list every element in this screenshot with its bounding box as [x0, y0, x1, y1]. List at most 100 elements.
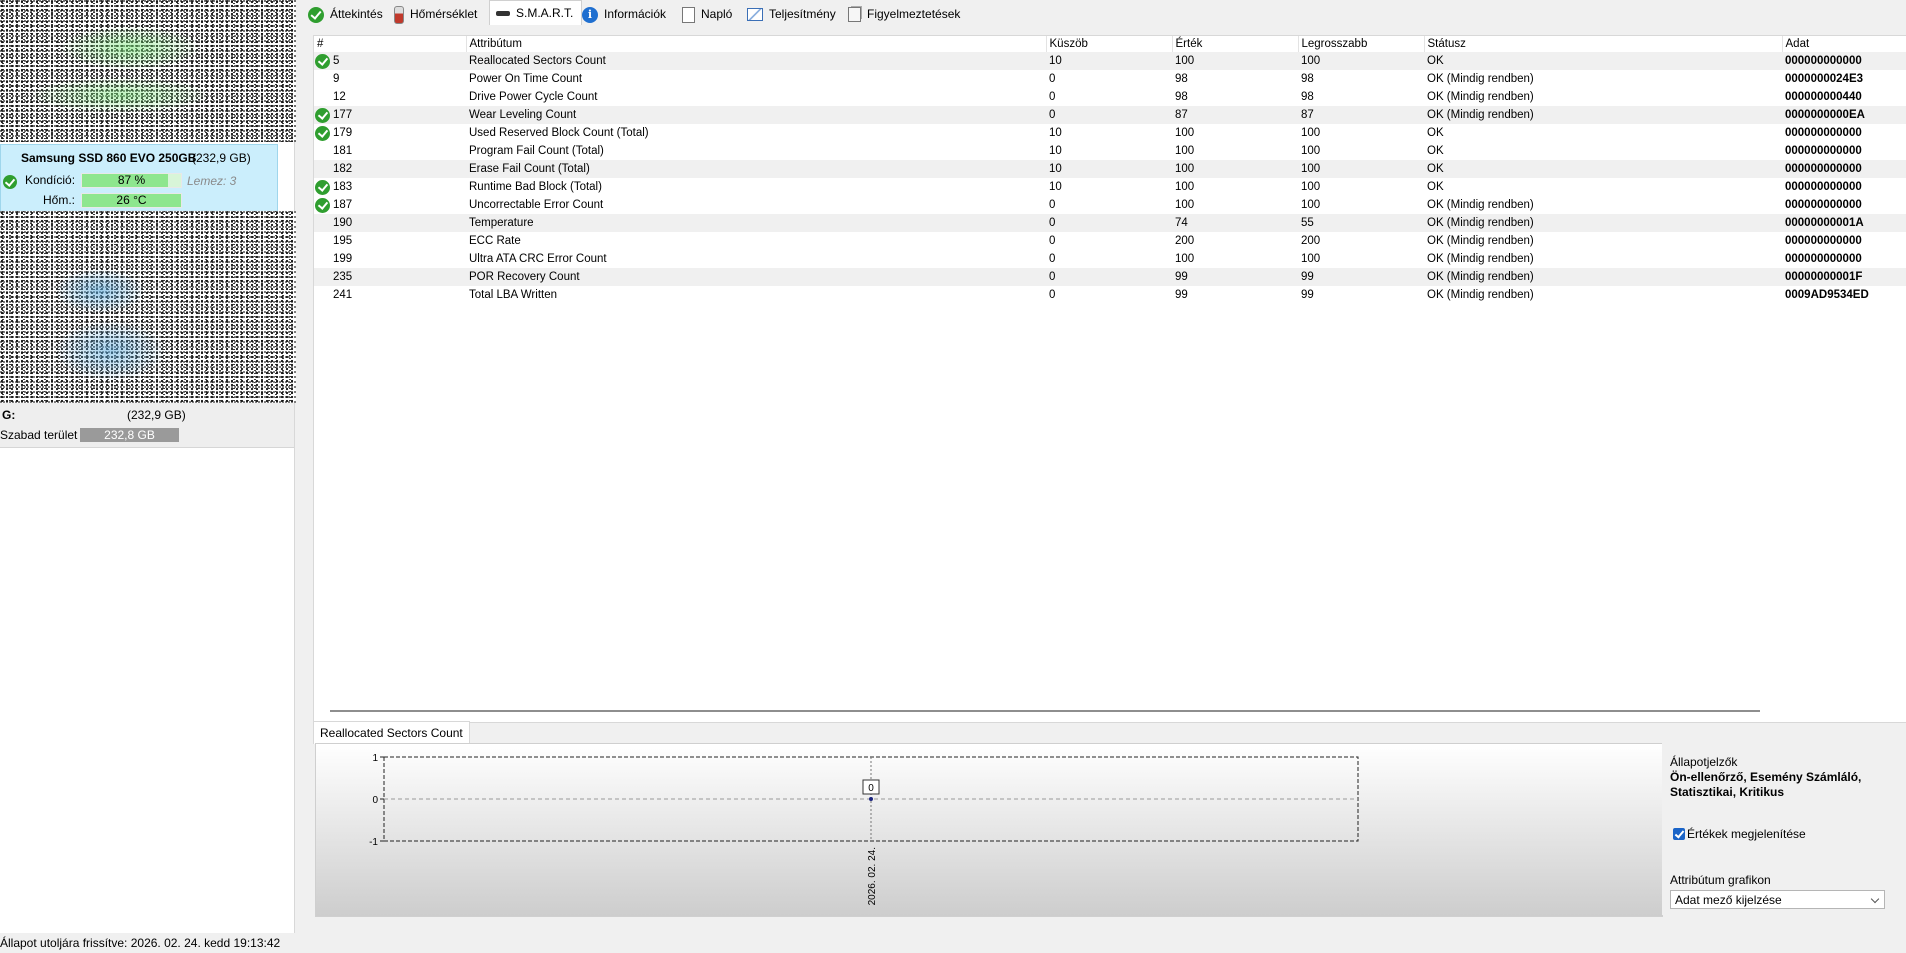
row-worst: 99: [1301, 289, 1314, 301]
row-attribute: Power On Time Count: [469, 73, 583, 85]
row-data: 000000000000: [1785, 127, 1862, 139]
row-worst: 100: [1301, 145, 1321, 157]
status-bar: Állapot utoljára frissítve: 2026. 02. 24…: [0, 934, 1906, 953]
row-worst: 100: [1298, 52, 1424, 70]
show-values-label[interactable]: Értékek megjelenítése: [1687, 827, 1806, 841]
tab-alerts[interactable]: Figyelmeztetések: [848, 0, 960, 26]
table-row[interactable]: 9 Power On Time Count 0 98 98 OK (Mindig rend…: [314, 70, 1906, 88]
tab-overview[interactable]: Áttekintés: [308, 0, 383, 26]
ok-icon: [315, 54, 330, 69]
row-threshold: 0: [1049, 91, 1056, 103]
y-tick-label: 1: [372, 753, 378, 764]
horizontal-scrollbar[interactable]: [330, 710, 1760, 712]
column-header-value[interactable]: Érték: [1172, 36, 1299, 52]
disk-health-visual: [0, 0, 296, 142]
smart-table[interactable]: # Attribútum Küszöb Érték Legrosszabb St…: [313, 35, 1906, 723]
row-data: 000000000000: [1785, 253, 1862, 265]
table-row[interactable]: 235 POR Recovery Count 0 99 99 OK (Mindig ren…: [314, 268, 1906, 286]
row-attribute: Uncorrectable Error Count: [469, 199, 604, 211]
table-row[interactable]: 241 Total LBA Written 0 99 99 OK (Mindig rend…: [314, 286, 1906, 304]
row-worst: 98: [1301, 91, 1314, 103]
row-value: 100: [1172, 52, 1298, 70]
partition-size: (232,9 GB): [127, 408, 186, 422]
row-id-text: 235: [333, 271, 353, 283]
free-space-label: Szabad terület: [0, 428, 78, 442]
table-row[interactable]: 182 Erase Fail Count (Total) 10 100 100 OK 000…: [314, 160, 1906, 178]
ok-icon: [315, 126, 330, 141]
row-worst: 87: [1298, 106, 1424, 124]
row-worst: 100: [1301, 127, 1321, 139]
row-threshold: 0: [1049, 73, 1056, 85]
row-threshold: 0: [1046, 214, 1172, 232]
row-id: 12: [314, 88, 466, 106]
row-id: 187: [314, 196, 466, 214]
disk-card[interactable]: Samsung SSD 860 EVO 250GB (232,9 GB) Kon…: [0, 144, 278, 212]
column-header-threshold[interactable]: Küszöb: [1046, 36, 1173, 52]
tab-smart[interactable]: S.M.A.R.T.: [489, 0, 583, 25]
partition-card[interactable]: G: (232,9 GB) Szabad terület 232,8 GB: [0, 403, 294, 448]
health-ok-icon: [3, 175, 17, 189]
table-row[interactable]: 179 Used Reserved Block Count (Total) 10 10…: [314, 124, 1906, 142]
row-attribute: Ultra ATA CRC Error Count: [469, 253, 607, 265]
table-row[interactable]: 195 ECC Rate 0 200 200 OK (Mindig rendben) 000…: [314, 232, 1906, 250]
row-data: 000000000000: [1785, 235, 1862, 247]
table-row[interactable]: 199 Ultra ATA CRC Error Count 0 100 100 OK (M…: [314, 250, 1906, 268]
row-attribute: ECC Rate: [469, 235, 521, 247]
row-worst: 100: [1298, 160, 1424, 178]
row-worst: 100: [1301, 199, 1321, 211]
row-status: OK (Mindig rendben): [1427, 289, 1534, 301]
row-attribute: Wear Leveling Count: [466, 106, 1046, 124]
row-status: OK: [1427, 127, 1444, 139]
table-row[interactable]: 181 Program Fail Count (Total) 10 100 100 OK 0…: [314, 142, 1906, 160]
row-status: OK (Mindig rendben): [1427, 199, 1534, 211]
row-data: 000000000000: [1782, 160, 1906, 178]
show-values-checkbox[interactable]: [1673, 828, 1685, 840]
row-id-text: 183: [333, 181, 353, 193]
row-id: 199: [314, 250, 466, 268]
table-row[interactable]: 5 Reallocated Sectors Count 10 100 100 OK 0000…: [314, 52, 1906, 70]
smart-icon: [496, 11, 510, 17]
row-data: 000000000000: [1785, 181, 1862, 193]
row-worst: 55: [1298, 214, 1424, 232]
tab-performance[interactable]: Teljesítmény: [747, 0, 836, 26]
chart-tab[interactable]: Reallocated Sectors Count: [313, 721, 470, 744]
ok-icon: [315, 198, 330, 213]
table-row[interactable]: 177 Wear Leveling Count 0 87 87 OK (Mindig re…: [314, 106, 1906, 124]
tab-label: Információk: [604, 7, 667, 21]
table-row[interactable]: 187 Uncorrectable Error Count 0 100 100 OK (M…: [314, 196, 1906, 214]
tab-temperature[interactable]: Hőmérséklet: [394, 0, 477, 26]
row-id-text: 5: [333, 55, 340, 67]
tab-label: Napló: [701, 7, 733, 21]
graph-select[interactable]: Adat mező kijelzése: [1670, 890, 1885, 909]
column-header-worst[interactable]: Legrosszabb: [1298, 36, 1425, 52]
column-header-id[interactable]: #: [314, 36, 467, 52]
data-point: [869, 797, 873, 801]
disk-index: Lemez: 3: [187, 174, 237, 188]
row-attribute: Temperature: [466, 214, 1046, 232]
row-data: 000000000000: [1785, 145, 1862, 157]
tab-log[interactable]: Napló: [682, 0, 732, 26]
row-threshold: 0: [1049, 289, 1056, 301]
column-header-data[interactable]: Adat: [1782, 36, 1906, 52]
row-value: 100: [1175, 181, 1195, 193]
row-data: 0000000024E3: [1785, 73, 1864, 85]
info-icon: i: [582, 6, 598, 23]
row-threshold: 10: [1049, 145, 1062, 157]
row-threshold: 0: [1049, 235, 1056, 247]
condition-label: Kondíció:: [25, 173, 76, 187]
row-id-text: 179: [333, 127, 353, 139]
row-status: OK (Mindig rendben): [1427, 91, 1534, 103]
row-id-text: 187: [333, 199, 353, 211]
row-threshold: 0: [1049, 253, 1056, 265]
row-attribute: Erase Fail Count (Total): [466, 160, 1046, 178]
column-header-attribute[interactable]: Attribútum: [466, 36, 1047, 52]
data-label: 0: [868, 783, 874, 794]
table-row[interactable]: 12 Drive Power Cycle Count 0 98 98 OK (Mindig…: [314, 88, 1906, 106]
tab-information[interactable]: i Információk: [582, 0, 666, 26]
y-tick-label: 0: [372, 795, 378, 806]
row-data: 000000000440: [1785, 91, 1862, 103]
column-header-status[interactable]: Státusz: [1424, 36, 1783, 52]
table-row[interactable]: 190 Temperature 0 74 55 OK (Mindig rendben) 00…: [314, 214, 1906, 232]
row-status: OK: [1427, 181, 1444, 193]
table-row[interactable]: 183 Runtime Bad Block (Total) 10 100 100 OK 00…: [314, 178, 1906, 196]
